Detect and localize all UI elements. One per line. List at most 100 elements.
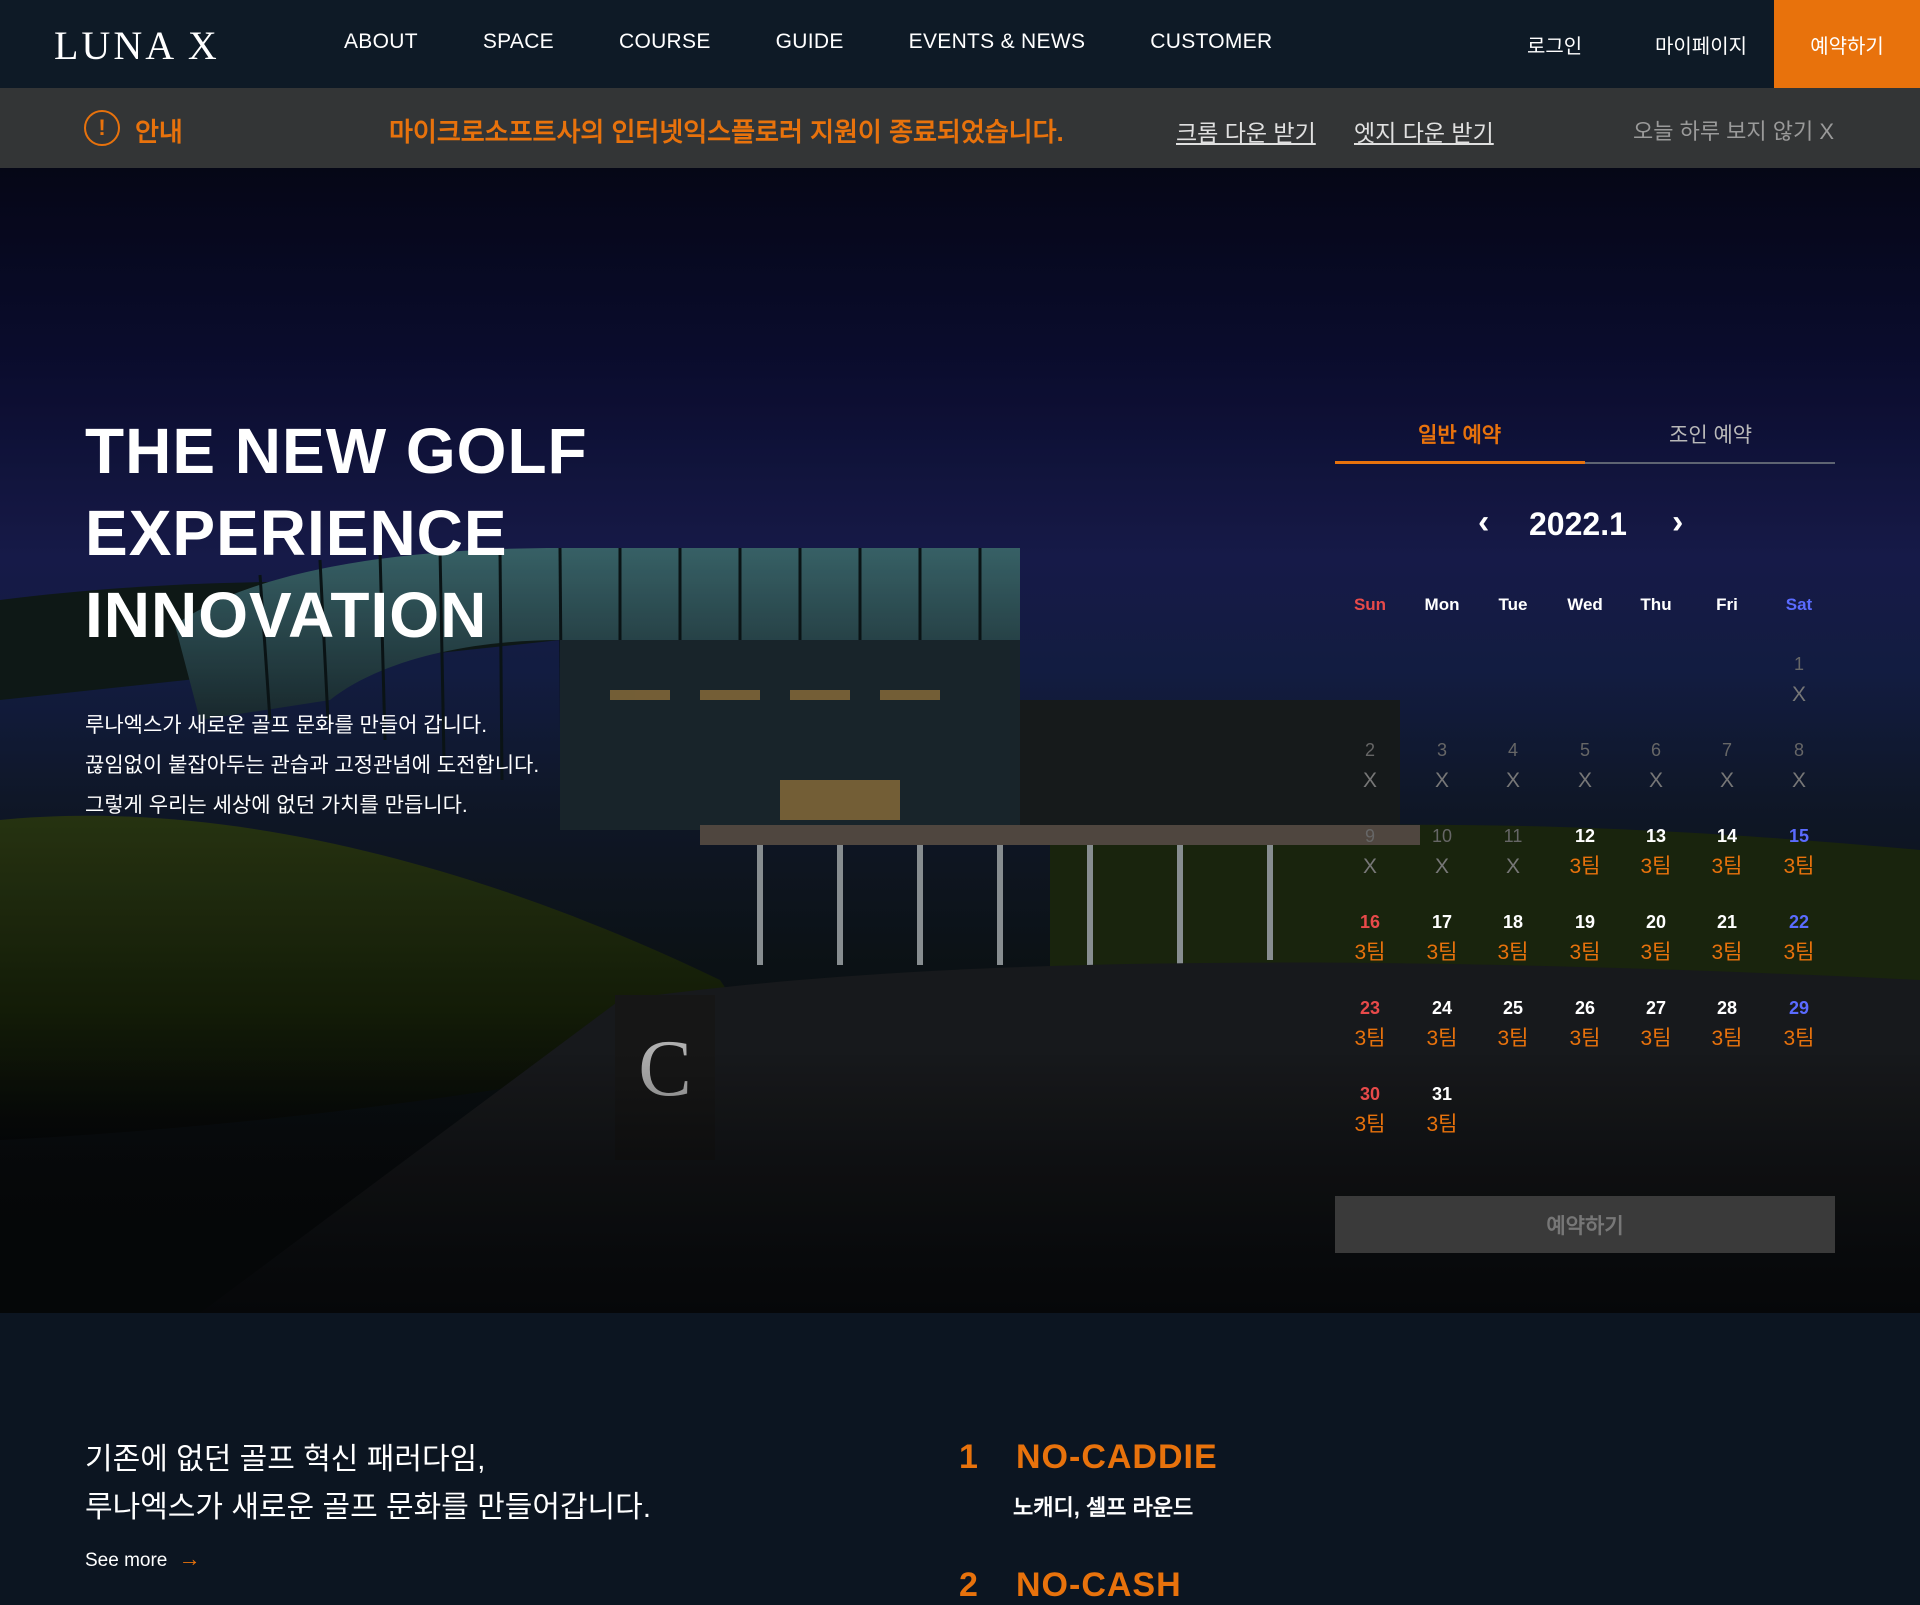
calendar-day-number: 31 (1431, 1084, 1453, 1104)
calendar-day[interactable]: 20 3팀 (1626, 908, 1686, 970)
calendar-reserve-button[interactable]: 예약하기 (1335, 1196, 1835, 1253)
feature-title-1: NO-CADDIE (1016, 1438, 1218, 1476)
feature-subtitle-1: 노캐디, 셀프 라운드 (1013, 1495, 1194, 1520)
calendar-day-number: 18 (1502, 912, 1524, 932)
weekday-tue: Tue (1498, 595, 1528, 614)
notice-label: 안내 (135, 117, 183, 147)
feature-number-1: 1 (959, 1438, 978, 1476)
intro-line-1: 기존에 없던 골프 혁신 패러다임, (85, 1443, 486, 1476)
hero-desc-line-3: 그렇게 우리는 세상에 없던 가치를 만듭니다. (85, 794, 468, 817)
calendar-day: 8X (1769, 736, 1829, 798)
calendar-day[interactable]: 27 3팀 (1626, 994, 1686, 1056)
calendar-day-number: 27 (1645, 998, 1667, 1018)
calendar-day-status: 3팀 (1569, 1027, 1601, 1050)
calendar-day-number: 28 (1716, 998, 1738, 1018)
calendar-day[interactable]: 18 3팀 (1483, 908, 1543, 970)
calendar-day: 1X (1769, 650, 1829, 712)
calendar-day: 5X (1555, 736, 1615, 798)
calendar-day-number: 9 (1364, 826, 1375, 846)
hero-description: 루나엑스가 새로운 골프 문화를 만들어 갑니다. 끊임없이 붙잡아두는 관습과… (85, 706, 539, 826)
calendar-day-status: X (1577, 769, 1592, 792)
calendar-day[interactable]: 21 3팀 (1697, 908, 1757, 970)
calendar-day-number: 24 (1431, 998, 1453, 1018)
calendar-day-number: 25 (1502, 998, 1524, 1018)
mypage-link[interactable]: 마이페이지 (1655, 30, 1747, 59)
calendar-day[interactable]: 23 3팀 (1340, 994, 1400, 1056)
calendar-day-status: 3팀 (1711, 855, 1743, 878)
notice-close-button[interactable]: 오늘 하루 보지 않기 X (1633, 114, 1834, 146)
calendar-day-status: 3팀 (1569, 941, 1601, 964)
calendar-day-status: X (1362, 769, 1377, 792)
login-link[interactable]: 로그인 (1527, 30, 1582, 59)
calendar-day-number: 20 (1645, 912, 1667, 932)
calendar-day[interactable]: 30 3팀 (1340, 1080, 1400, 1142)
logo[interactable]: LUNA X (54, 22, 220, 69)
chrome-download-link[interactable]: 크롬 다운 받기 (1176, 114, 1316, 148)
weekday-thu: Thu (1640, 595, 1672, 614)
calendar-day: 4X (1483, 736, 1543, 798)
nav-course[interactable]: COURSE (619, 30, 711, 54)
calendar-day-status: 3팀 (1354, 1113, 1386, 1136)
calendar-day[interactable]: 15 3팀 (1769, 822, 1829, 884)
calendar-day-status: 3팀 (1711, 1027, 1743, 1050)
weekday-sat: Sat (1785, 595, 1813, 614)
calendar-day[interactable]: 25 3팀 (1483, 994, 1543, 1056)
calendar-day-status: X (1434, 769, 1449, 792)
calendar-month: 2022.1 (1529, 506, 1627, 542)
calendar-day-status: 3팀 (1569, 855, 1601, 878)
nav-about[interactable]: ABOUT (344, 30, 418, 54)
edge-download-link[interactable]: 엣지 다운 받기 (1354, 114, 1494, 148)
tab-join-reservation[interactable]: 조인 예약 (1669, 419, 1752, 449)
calendar-day-number: 11 (1503, 826, 1523, 846)
calendar-day-number: 6 (1650, 740, 1661, 760)
calendar-day-number: 1 (1793, 654, 1804, 674)
calendar-day[interactable]: 16 3팀 (1340, 908, 1400, 970)
calendar-day: 2X (1340, 736, 1400, 798)
calendar-day[interactable]: 17 3팀 (1412, 908, 1472, 970)
calendar-day-status: 3팀 (1354, 941, 1386, 964)
prev-month-icon[interactable]: ‹ (1478, 503, 1489, 542)
calendar-day-status: X (1505, 769, 1520, 792)
calendar-day-number: 23 (1359, 998, 1381, 1018)
calendar-day-number: 30 (1359, 1084, 1381, 1104)
calendar-day-number: 16 (1359, 912, 1381, 932)
calendar-day-status: 3팀 (1783, 941, 1815, 964)
hero-title-line-1: THE NEW GOLF (85, 415, 588, 487)
calendar-day[interactable]: 29 3팀 (1769, 994, 1829, 1056)
nav-events-news[interactable]: EVENTS & NEWS (909, 30, 1086, 54)
calendar-day[interactable]: 28 3팀 (1697, 994, 1757, 1056)
calendar-day-status: 3팀 (1640, 855, 1672, 878)
reserve-button[interactable]: 예약하기 (1774, 0, 1920, 88)
intro-line-2: 루나엑스가 새로운 골프 문화를 만들어갑니다. (85, 1491, 652, 1524)
next-month-icon[interactable]: › (1672, 503, 1683, 542)
weekday-wed: Wed (1567, 595, 1603, 614)
calendar-day-number: 5 (1579, 740, 1590, 760)
calendar-day[interactable]: 19 3팀 (1555, 908, 1615, 970)
calendar-day[interactable]: 14 3팀 (1697, 822, 1757, 884)
calendar-day[interactable]: 24 3팀 (1412, 994, 1472, 1056)
feature-number-2: 2 (959, 1566, 978, 1604)
calendar-day-number: 26 (1574, 998, 1596, 1018)
calendar-day[interactable]: 31 3팀 (1412, 1080, 1472, 1142)
nav-guide[interactable]: GUIDE (776, 30, 844, 54)
calendar-day-number: 29 (1788, 998, 1810, 1018)
calendar-day[interactable]: 13 3팀 (1626, 822, 1686, 884)
calendar-day[interactable]: 26 3팀 (1555, 994, 1615, 1056)
weekday-sun: Sun (1353, 595, 1387, 614)
calendar-day-status: X (1434, 855, 1449, 878)
hero-desc-line-1: 루나엑스가 새로운 골프 문화를 만들어 갑니다. (85, 714, 488, 737)
calendar-day-number: 17 (1431, 912, 1453, 932)
nav-space[interactable]: SPACE (483, 30, 554, 54)
nav-customer[interactable]: CUSTOMER (1150, 30, 1272, 54)
calendar-day: 6X (1626, 736, 1686, 798)
calendar-day-status: 3팀 (1640, 941, 1672, 964)
calendar-day-status: 3팀 (1497, 1027, 1529, 1050)
weekday-fri: Fri (1716, 595, 1738, 614)
see-more-label: See more (85, 1550, 168, 1571)
see-more-link[interactable]: See more → (85, 1546, 201, 1572)
tab-general-reservation[interactable]: 일반 예약 (1418, 419, 1501, 449)
calendar-day[interactable]: 12 3팀 (1555, 822, 1615, 884)
calendar-day[interactable]: 22 3팀 (1769, 908, 1829, 970)
calendar-day-status: X (1791, 769, 1806, 792)
calendar-day-status: 3팀 (1426, 1027, 1458, 1050)
